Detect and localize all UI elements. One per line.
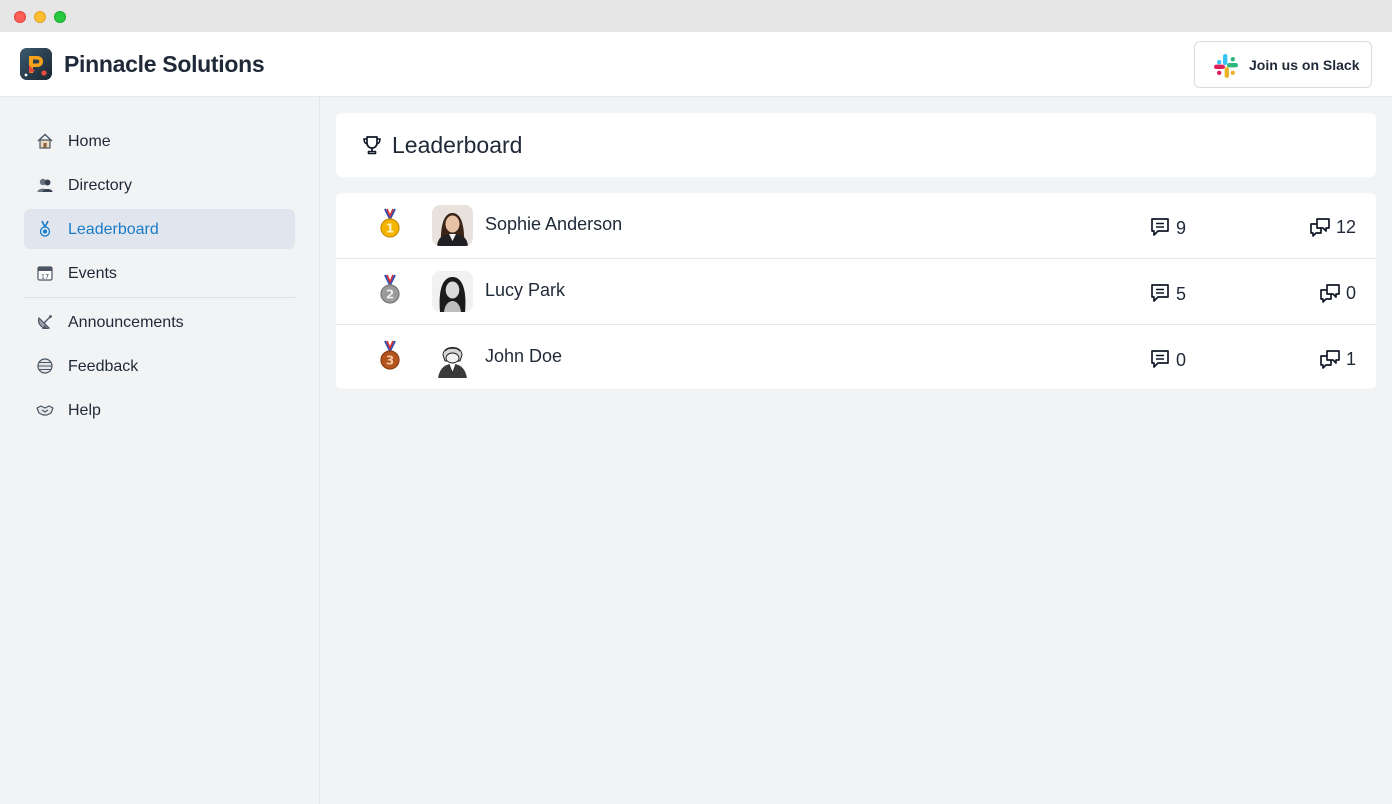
handshake-icon <box>36 405 54 416</box>
reply-icon <box>1310 218 1330 237</box>
person-name: John Doe <box>485 346 563 366</box>
sidebar-item-label: Help <box>68 402 101 419</box>
sidebar-item-directory[interactable]: Directory <box>24 165 295 205</box>
comment-icon <box>1151 218 1169 236</box>
person-name: Lucy Park <box>485 280 566 300</box>
posts-count: 0 <box>1176 350 1187 370</box>
leaderboard-row[interactable]: 2 Lucy Park 5 0 <box>336 258 1376 323</box>
bronze-medal-icon: 3 <box>380 340 400 370</box>
avatar <box>432 271 473 312</box>
silver-medal-icon: 2 <box>380 274 400 304</box>
minimize-window-button[interactable] <box>34 11 46 23</box>
leaderboard-row[interactable]: 3 John Doe 0 1 <box>336 324 1376 389</box>
people-icon <box>37 178 53 192</box>
sidebar-item-announcements[interactable]: Announcements <box>24 302 295 342</box>
svg-text:17: 17 <box>41 273 49 281</box>
sidebar-item-label: Events <box>68 265 117 282</box>
sidebar-item-home[interactable]: Home <box>24 121 295 161</box>
comment-icon <box>1151 350 1169 368</box>
replies-stat: 0 <box>1319 282 1356 304</box>
page-title: Leaderboard <box>392 132 523 158</box>
leaderboard-list: 1 Sophie Anderson 9 12 2 Lucy Park 5 0 3… <box>336 193 1376 389</box>
sidebar-item-label: Leaderboard <box>68 221 159 238</box>
gold-medal-icon: 1 <box>380 208 400 238</box>
house-icon <box>37 133 53 149</box>
sidebar-item-events[interactable]: 17 Events <box>24 253 295 293</box>
replies-stat: 1 <box>1319 348 1356 370</box>
brand-name: Pinnacle Solutions <box>64 51 265 77</box>
satellite-dish-icon <box>38 315 52 329</box>
person-name: Sophie Anderson <box>485 214 623 234</box>
replies-count: 0 <box>1345 283 1356 303</box>
trophy-icon <box>363 136 381 155</box>
avatar <box>432 205 473 246</box>
close-window-button[interactable] <box>14 11 26 23</box>
calendar-icon: 17 <box>37 266 53 281</box>
maximize-window-button[interactable] <box>54 11 66 23</box>
sidebar-divider <box>24 297 295 298</box>
app-header: Pinnacle Solutions Join us on Slack <box>0 32 1392 97</box>
svg-text:1: 1 <box>386 222 394 236</box>
sidebar-item-label: Announcements <box>68 314 184 331</box>
sidebar-item-label: Home <box>68 133 111 150</box>
join-slack-label: Join us on Slack <box>1249 57 1360 73</box>
globe-icon <box>37 358 53 374</box>
sidebar-item-feedback[interactable]: Feedback <box>24 346 295 386</box>
posts-count: 5 <box>1176 284 1187 304</box>
sidebar-item-help[interactable]: Help <box>24 390 295 430</box>
sidebar-item-leaderboard[interactable]: Leaderboard <box>24 209 295 249</box>
window-titlebar <box>0 0 1392 32</box>
avatar <box>432 337 473 378</box>
join-slack-button[interactable]: Join us on Slack <box>1194 41 1372 88</box>
sidebar-item-label: Directory <box>68 177 133 194</box>
replies-count: 1 <box>1345 349 1356 369</box>
sidebar: Home Directory Leaderboard 17 Events Ann… <box>0 97 320 804</box>
svg-text:3: 3 <box>386 354 394 368</box>
posts-count: 9 <box>1176 218 1187 238</box>
page-header-card: Leaderboard <box>336 113 1376 177</box>
medal-icon <box>39 220 51 237</box>
app-logo <box>20 48 52 80</box>
sidebar-item-label: Feedback <box>68 358 139 375</box>
slack-icon <box>1214 54 1238 78</box>
replies-count: 12 <box>1335 217 1356 237</box>
reply-icon <box>1320 284 1340 303</box>
replies-stat: 12 <box>1309 216 1356 238</box>
comment-icon <box>1151 284 1169 302</box>
reply-icon <box>1320 350 1340 369</box>
main-content: Leaderboard 1 Sophie Anderson 9 12 2 Luc… <box>320 97 1392 804</box>
svg-text:2: 2 <box>386 288 394 302</box>
leaderboard-row[interactable]: 1 Sophie Anderson 9 12 <box>336 193 1376 258</box>
